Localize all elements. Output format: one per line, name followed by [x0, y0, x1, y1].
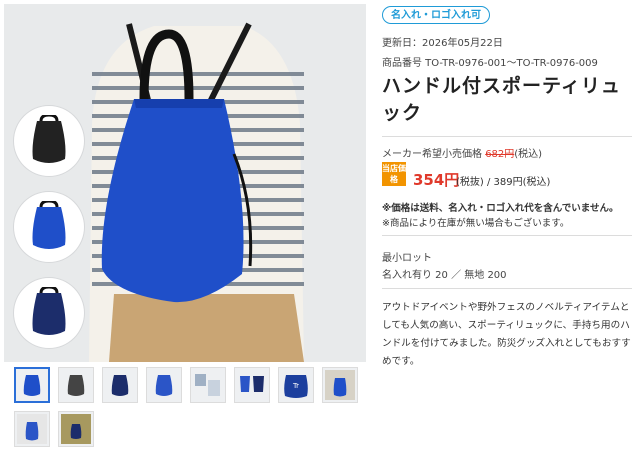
- thumbnail-9[interactable]: [14, 411, 50, 447]
- maker-price-value: 682円: [485, 149, 515, 160]
- navy-bag-circle: [14, 278, 84, 348]
- product-title: ハンドル付スポーティリュック: [382, 75, 621, 124]
- black-bag-circle: [14, 106, 84, 176]
- product-description: アウトドアイベントや野外フェスのノベルティアイテムとしても人気の高い、スポーティ…: [382, 302, 631, 367]
- thumbnail-4[interactable]: [146, 367, 182, 403]
- lot-label: 最小ロット: [382, 253, 432, 264]
- price-note: ※価格は送料、名入れ・ロゴ入れ代を含んでいません。: [382, 203, 619, 214]
- lot-values: 名入れ有り 20 ／ 無地 200: [382, 270, 507, 281]
- thumbnail-5[interactable]: [190, 367, 226, 403]
- desc-divider: [382, 288, 632, 289]
- maker-price-label: メーカー希望小売価格: [382, 149, 482, 160]
- thumbnail-3[interactable]: [102, 367, 138, 403]
- shop-price-badge: 当店価格: [382, 162, 406, 186]
- shop-price: 354円: [413, 171, 460, 189]
- price-tax-detail: (税抜) / 389円(税込): [456, 177, 551, 188]
- thumbnail-10[interactable]: [58, 411, 94, 447]
- thumbnail-6[interactable]: [234, 367, 270, 403]
- blue-bag-circle: [14, 192, 84, 262]
- thumbnail-2[interactable]: [58, 367, 94, 403]
- maker-price-tax: (税込): [514, 149, 543, 160]
- product-main-image: [4, 4, 366, 362]
- name-print-badge: 名入れ・ロゴ入れ可: [382, 6, 490, 24]
- svg-text:Tr: Tr: [292, 382, 299, 390]
- product-code: 商品番号 TO-TR-0976-001〜TO-TR-0976-009: [382, 58, 598, 69]
- stock-note: ※商品により在庫が無い場合もございます。: [382, 218, 570, 229]
- thumbnail-8[interactable]: [322, 367, 358, 403]
- thumbnail-1[interactable]: [14, 367, 50, 403]
- updated-date: 更新日：2026年05月22日: [382, 38, 503, 49]
- thumbnail-7[interactable]: Tr: [278, 367, 314, 403]
- maker-price: メーカー希望小売価格 682円(税込): [382, 145, 542, 160]
- price-divider: [382, 136, 632, 137]
- lot-divider: [382, 235, 632, 236]
